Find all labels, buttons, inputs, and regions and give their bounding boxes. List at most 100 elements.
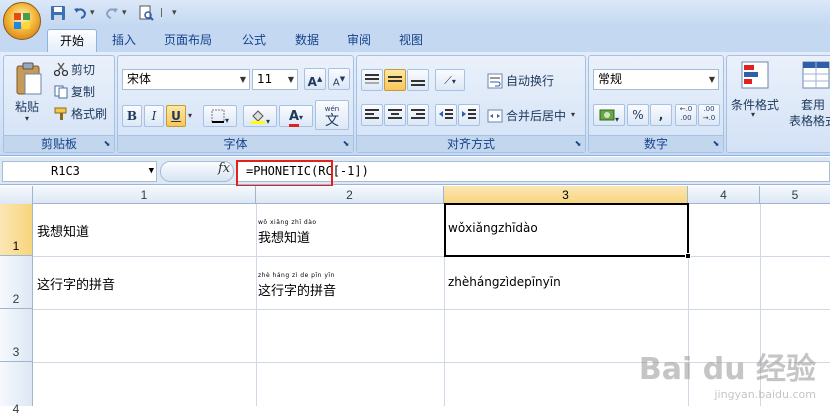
increase-indent-button[interactable] xyxy=(458,104,480,126)
phonetic-button[interactable]: wén 文 xyxy=(315,100,349,130)
font-name-combo[interactable]: 宋体 ▼ xyxy=(122,69,250,90)
qa-separator: | xyxy=(160,8,164,18)
phonetic-char: 文 xyxy=(325,113,339,129)
column-header-4[interactable]: 4 xyxy=(688,186,760,204)
wrap-text-button[interactable]: 自动换行 xyxy=(506,70,554,92)
decrease-decimal-button[interactable]: .00 →.0 xyxy=(698,104,720,126)
orientation-button[interactable]: ⟋▾ xyxy=(435,69,465,91)
grow-font-button[interactable]: A▲ xyxy=(304,68,326,90)
undo-dropdown-icon[interactable]: ▾ xyxy=(90,8,96,18)
align-top-icon xyxy=(365,74,379,84)
merge-dropdown-icon[interactable]: ▾ xyxy=(571,110,575,119)
wrap-text-icon xyxy=(487,73,503,89)
tab-page-layout[interactable]: 页面布局 xyxy=(152,29,224,52)
align-middle-button[interactable] xyxy=(384,69,406,91)
comma-button[interactable]: , xyxy=(650,104,672,126)
underline-button[interactable]: U xyxy=(166,105,186,127)
cut-button[interactable]: 剪切 xyxy=(71,59,95,81)
column-header-1[interactable]: 1 xyxy=(33,186,256,204)
fill-handle[interactable] xyxy=(685,253,691,259)
column-header-2[interactable]: 2 xyxy=(256,186,444,204)
number-launcher-icon[interactable]: ⬊ xyxy=(711,139,721,149)
format-painter-button[interactable]: 格式刷 xyxy=(71,103,107,125)
table-format-label[interactable]: 表格格式 xyxy=(789,110,830,132)
ribbon: 粘贴 ▾ 剪切 复制 格式刷 剪贴板 ⬊ 宋体 ▼ 11 ▼ A▲ A▼ B I… xyxy=(0,52,830,156)
office-logo-icon xyxy=(14,13,30,29)
number-format-combo[interactable]: 常规 ▼ xyxy=(593,69,719,90)
tab-review[interactable]: 审阅 xyxy=(335,29,383,52)
name-box-value: R1C3 xyxy=(51,164,80,178)
clipboard-group-label: 剪贴板 xyxy=(4,135,114,152)
office-button[interactable] xyxy=(3,2,41,40)
decrease-indent-button[interactable] xyxy=(435,104,457,126)
row-header-3[interactable]: 3 xyxy=(0,309,33,362)
cell-r2c3[interactable]: zhèhángzìdepīnyīn xyxy=(448,275,561,289)
align-bottom-button[interactable] xyxy=(407,69,429,91)
borders-button[interactable]: ▾ xyxy=(203,105,237,127)
row-header-2[interactable]: 2 xyxy=(0,256,33,309)
row-header-label: 1 xyxy=(12,239,20,253)
tab-home[interactable]: 开始 xyxy=(47,29,98,52)
row-header-label: 3 xyxy=(12,345,20,359)
row-header-4[interactable]: 4 xyxy=(0,362,33,416)
cell-r2c2[interactable]: 这行字的拼音 xyxy=(258,280,336,299)
font-color-button[interactable]: A▾ xyxy=(279,105,313,127)
copy-icon xyxy=(54,85,68,99)
italic-button[interactable]: I xyxy=(144,105,164,127)
undo-icon[interactable] xyxy=(72,5,88,21)
cell-r2c1[interactable]: 这行字的拼音 xyxy=(37,274,115,293)
merge-center-button[interactable]: 合并后居中 xyxy=(506,105,566,127)
print-preview-icon[interactable] xyxy=(138,5,154,21)
tab-data[interactable]: 数据 xyxy=(283,29,331,52)
name-box[interactable]: R1C3 ▼ xyxy=(2,161,157,182)
align-right-button[interactable] xyxy=(407,104,429,126)
shrink-font-label: A xyxy=(332,77,340,89)
accounting-format-button[interactable]: ▾ xyxy=(593,104,625,126)
save-icon[interactable] xyxy=(50,5,66,21)
redo-icon[interactable] xyxy=(104,5,120,21)
gridline xyxy=(33,256,830,257)
cell-r1c1[interactable]: 我想知道 xyxy=(37,221,89,240)
orientation-icon: ⟋ xyxy=(444,74,452,87)
insert-function-button[interactable]: fx xyxy=(218,161,234,181)
increase-decimal-icon: ←.0.00 xyxy=(679,105,693,122)
percent-button[interactable]: % xyxy=(627,104,649,126)
paste-dropdown-icon[interactable]: ▾ xyxy=(25,114,29,123)
alignment-launcher-icon[interactable]: ⬊ xyxy=(573,139,583,149)
column-header-3[interactable]: 3 xyxy=(444,186,688,204)
tab-view[interactable]: 视图 xyxy=(387,29,435,52)
tab-formulas[interactable]: 公式 xyxy=(230,29,278,52)
clipboard-launcher-icon[interactable]: ⬊ xyxy=(102,139,112,149)
align-right-icon xyxy=(411,109,425,119)
fill-color-button[interactable]: ▾ xyxy=(243,105,277,127)
column-headers: 1 2 3 4 5 xyxy=(0,186,830,204)
cell-r1c2-phonetic: wǒ xiǎng zhī dào xyxy=(258,219,317,226)
align-left-button[interactable] xyxy=(361,104,383,126)
align-bottom-icon xyxy=(411,80,425,86)
cell-r1c2[interactable]: 我想知道 xyxy=(258,227,310,246)
redo-dropdown-icon[interactable]: ▾ xyxy=(122,8,128,18)
align-center-button[interactable] xyxy=(384,104,406,126)
select-all-button[interactable] xyxy=(0,186,33,204)
ribbon-tabs: 开始 插入 页面布局 公式 数据 审阅 视图 xyxy=(0,26,830,52)
increase-decimal-button[interactable]: ←.0.00 xyxy=(675,104,697,126)
chevron-down-icon: ▼ xyxy=(239,75,247,84)
copy-button[interactable]: 复制 xyxy=(71,81,95,103)
font-launcher-icon[interactable]: ⬊ xyxy=(341,139,351,149)
baidu-watermark: Bai du 经验 jingyan.baidu.com xyxy=(639,344,816,401)
tab-insert[interactable]: 插入 xyxy=(100,29,148,52)
column-header-5[interactable]: 5 xyxy=(760,186,830,204)
font-size-combo[interactable]: 11 ▼ xyxy=(252,69,298,90)
border-icon xyxy=(211,109,225,123)
customize-icon[interactable]: ▾ xyxy=(172,8,178,18)
grow-font-label: A xyxy=(307,75,317,89)
paste-icon[interactable] xyxy=(14,62,44,96)
align-top-button[interactable] xyxy=(361,69,383,91)
bold-button[interactable]: B xyxy=(122,105,142,127)
number-group: 常规 ▼ ▾ % , ←.0.00 .00 →.0 数字 ⬊ xyxy=(588,55,724,153)
shrink-font-button[interactable]: A▼ xyxy=(328,68,350,90)
row-header-1[interactable]: 1 xyxy=(0,204,33,256)
merge-center-icon xyxy=(487,109,503,123)
fill-bucket-icon xyxy=(250,110,265,124)
underline-dropdown-icon[interactable]: ▾ xyxy=(188,111,192,120)
